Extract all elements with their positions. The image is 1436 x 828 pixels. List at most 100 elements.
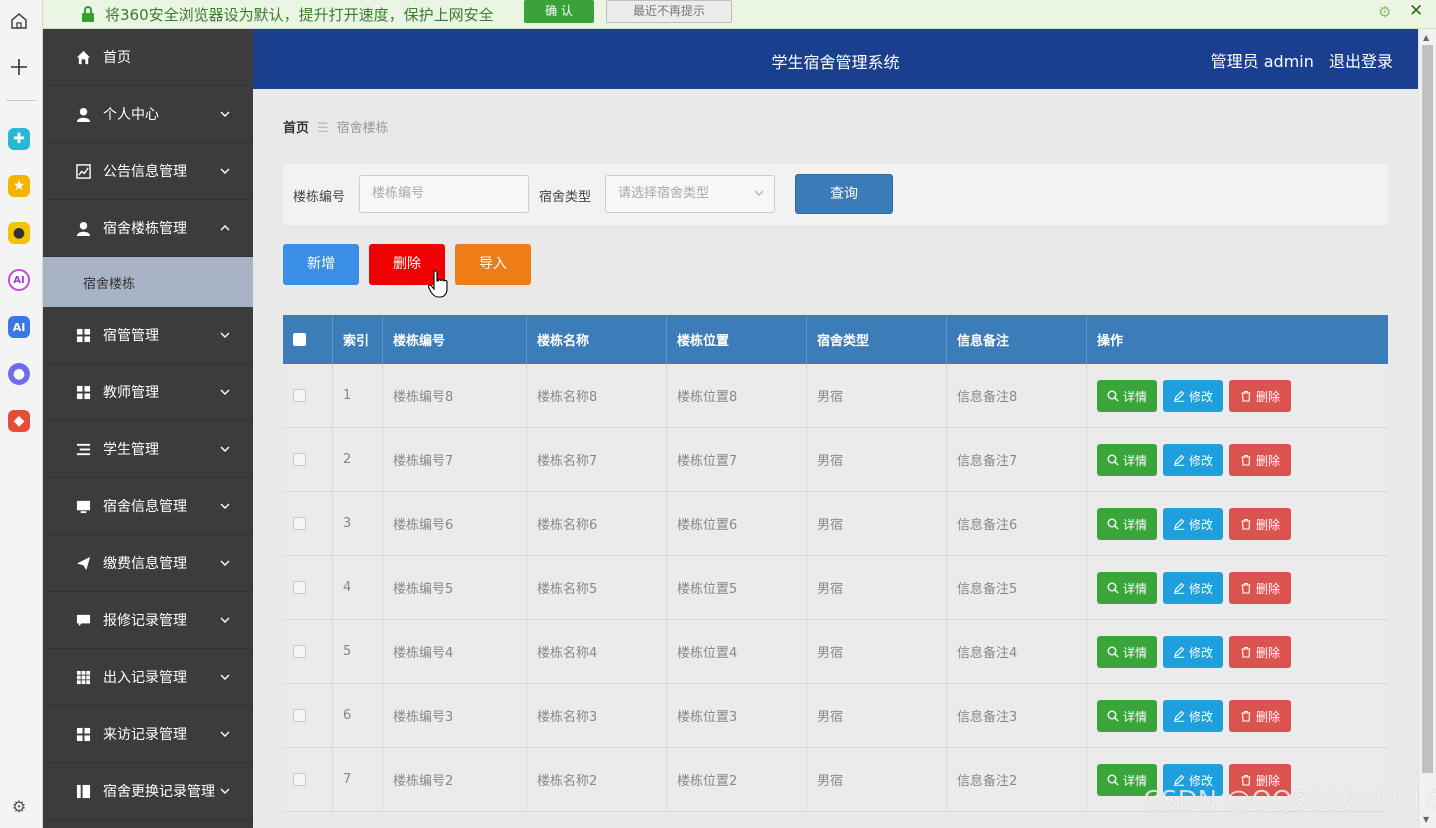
sidebar-item-home[interactable]: 首页 bbox=[43, 29, 253, 86]
ai-app-icon[interactable]: AI bbox=[8, 269, 30, 291]
table-cell-name: 楼栋名称5 bbox=[527, 556, 667, 619]
logout-link[interactable]: 退出登录 bbox=[1329, 52, 1393, 71]
sidebar-item-payment-management[interactable]: 缴费信息管理 bbox=[43, 535, 253, 592]
sidebar-item-room-change-management[interactable]: 宿舍更换记录管理 bbox=[43, 763, 253, 820]
detail-button[interactable]: 详情 bbox=[1097, 508, 1157, 540]
scroll-down-arrow-icon[interactable]: ▼ bbox=[1423, 815, 1429, 824]
edit-button[interactable]: 修改 bbox=[1163, 636, 1223, 668]
row-checkbox[interactable] bbox=[293, 709, 306, 722]
table-row: 1 楼栋编号8 楼栋名称8 楼栋位置8 男宿 信息备注8 详情 修改 删除 bbox=[283, 364, 1388, 428]
edit-icon bbox=[1173, 710, 1189, 722]
sidebar-item-repair-management[interactable]: 报修记录管理 bbox=[43, 592, 253, 649]
breadcrumb-separator: ☰ bbox=[317, 121, 329, 136]
sidebar-item-label: 报修记录管理 bbox=[103, 613, 187, 629]
sidebar-item-teacher-management[interactable]: 教师管理 bbox=[43, 364, 253, 421]
column-header: 信息备注 bbox=[947, 315, 1087, 364]
import-button[interactable]: 导入 bbox=[455, 244, 531, 285]
grid-icon bbox=[75, 384, 91, 400]
search-icon bbox=[1107, 454, 1123, 466]
row-checkbox-cell bbox=[283, 492, 333, 555]
building-table: 索引 楼栋编号 楼栋名称 楼栋位置 宿舍类型 信息备注 操作 1 楼栋编号8 楼栋名… bbox=[283, 315, 1388, 812]
sidebar-item-label: 宿舍楼栋管理 bbox=[103, 221, 187, 237]
breadcrumb-home[interactable]: 首页 bbox=[283, 121, 309, 136]
edit-button-label: 修改 bbox=[1188, 709, 1213, 724]
game-icon[interactable]: ◆ bbox=[8, 410, 30, 432]
edit-button[interactable]: 修改 bbox=[1163, 444, 1223, 476]
settings-gear-icon[interactable]: ⚙ bbox=[8, 795, 30, 817]
detail-button[interactable]: 详情 bbox=[1097, 380, 1157, 412]
default-browser-notification-bar: 将360安全浏览器设为默认，提升打开速度，保护上网安全 确 认 最近不再提示 ⚙… bbox=[43, 0, 1436, 29]
table-cell-location: 楼栋位置7 bbox=[667, 428, 807, 491]
search-icon bbox=[1107, 646, 1123, 658]
row-checkbox[interactable] bbox=[293, 453, 306, 466]
table-cell-location: 楼栋位置4 bbox=[667, 620, 807, 683]
vertical-scrollbar[interactable]: ▲ ▼ bbox=[1418, 29, 1436, 828]
chat-bot-icon[interactable]: ● bbox=[8, 363, 30, 385]
row-checkbox[interactable] bbox=[293, 581, 306, 594]
browser-side-rail: ✚ ★ ● AI AI ● ◆ ⚙ bbox=[0, 0, 43, 828]
sidebar-item-dorm-info-management[interactable]: 宿舍信息管理 bbox=[43, 478, 253, 535]
detail-button[interactable]: 详情 bbox=[1097, 636, 1157, 668]
grid-icon bbox=[75, 726, 91, 742]
scrollbar-thumb[interactable] bbox=[1422, 45, 1433, 773]
sidebar-item-label: 首页 bbox=[103, 50, 131, 66]
chevron-down-icon bbox=[754, 190, 764, 196]
sidebar-item-building-management[interactable]: 宿舍楼栋管理 bbox=[43, 200, 253, 257]
row-delete-button[interactable]: 删除 bbox=[1229, 380, 1291, 412]
table-cell-location: 楼栋位置8 bbox=[667, 364, 807, 427]
ai-assistant-icon[interactable]: AI bbox=[8, 316, 30, 338]
close-icon[interactable]: ✕ bbox=[1409, 1, 1423, 21]
app-robot-icon[interactable]: ● bbox=[8, 222, 30, 244]
row-delete-button-label: 删除 bbox=[1255, 645, 1280, 660]
row-delete-button[interactable]: 删除 bbox=[1229, 508, 1291, 540]
row-delete-button[interactable]: 删除 bbox=[1229, 636, 1291, 668]
sidebar-subitem-building[interactable]: 宿舍楼栋 bbox=[43, 257, 253, 307]
trash-icon bbox=[1240, 710, 1256, 722]
table-cell-location: 楼栋位置6 bbox=[667, 492, 807, 555]
sidebar-item-student-management[interactable]: 学生管理 bbox=[43, 421, 253, 478]
row-delete-button[interactable]: 删除 bbox=[1229, 572, 1291, 604]
row-checkbox[interactable] bbox=[293, 389, 306, 402]
sidebar-item-visitor-management[interactable]: 来访记录管理 bbox=[43, 706, 253, 763]
dont-remind-button[interactable]: 最近不再提示 bbox=[606, 0, 732, 23]
detail-button[interactable]: 详情 bbox=[1097, 700, 1157, 732]
edit-button[interactable]: 修改 bbox=[1163, 572, 1223, 604]
detail-button[interactable]: 详情 bbox=[1097, 572, 1157, 604]
row-checkbox[interactable] bbox=[293, 773, 306, 786]
detail-button[interactable]: 详情 bbox=[1097, 444, 1157, 476]
scroll-up-arrow-icon[interactable]: ▲ bbox=[1423, 33, 1429, 42]
table-cell-index: 7 bbox=[333, 748, 383, 811]
sidebar-item-dorm-manager[interactable]: 宿管管理 bbox=[43, 307, 253, 364]
table-cell-operations: 详情 修改 删除 bbox=[1087, 684, 1388, 747]
edit-button[interactable]: 修改 bbox=[1163, 508, 1223, 540]
sidebar-item-access-management[interactable]: 出入记录管理 bbox=[43, 649, 253, 706]
row-delete-button[interactable]: 删除 bbox=[1229, 700, 1291, 732]
row-checkbox[interactable] bbox=[293, 645, 306, 658]
sidebar-item-personal-center[interactable]: 个人中心 bbox=[43, 86, 253, 143]
row-delete-button[interactable]: 删除 bbox=[1229, 444, 1291, 476]
add-button[interactable]: 新增 bbox=[283, 244, 359, 285]
confirm-button[interactable]: 确 认 bbox=[524, 0, 594, 23]
app-icon-1[interactable]: ✚ bbox=[8, 128, 30, 150]
select-all-checkbox[interactable] bbox=[293, 333, 306, 346]
edit-button[interactable]: 修改 bbox=[1163, 380, 1223, 412]
query-button[interactable]: 查询 bbox=[795, 174, 893, 214]
notification-settings-icon[interactable]: ⚙ bbox=[1378, 3, 1391, 21]
home-icon[interactable] bbox=[8, 10, 30, 32]
detail-button-label: 详情 bbox=[1122, 581, 1147, 596]
chevron-down-icon bbox=[220, 674, 230, 680]
favorites-star-icon[interactable]: ★ bbox=[8, 175, 30, 197]
edit-icon bbox=[1173, 518, 1189, 530]
edit-button[interactable]: 修改 bbox=[1163, 700, 1223, 732]
building-code-input[interactable]: 楼栋编号 bbox=[359, 175, 529, 213]
sidebar-item-notice-management[interactable]: 公告信息管理 bbox=[43, 143, 253, 200]
table-row: 3 楼栋编号6 楼栋名称6 楼栋位置6 男宿 信息备注6 详情 修改 删除 bbox=[283, 492, 1388, 556]
add-tab-icon[interactable] bbox=[8, 56, 30, 78]
row-checkbox[interactable] bbox=[293, 517, 306, 530]
breadcrumb-current: 宿舍楼栋 bbox=[336, 121, 389, 136]
search-icon bbox=[1107, 518, 1123, 530]
row-checkbox-cell bbox=[283, 684, 333, 747]
monitor-icon bbox=[75, 498, 91, 514]
table-cell-name: 楼栋名称6 bbox=[527, 492, 667, 555]
dorm-type-select[interactable]: 请选择宿舍类型 bbox=[605, 175, 775, 213]
